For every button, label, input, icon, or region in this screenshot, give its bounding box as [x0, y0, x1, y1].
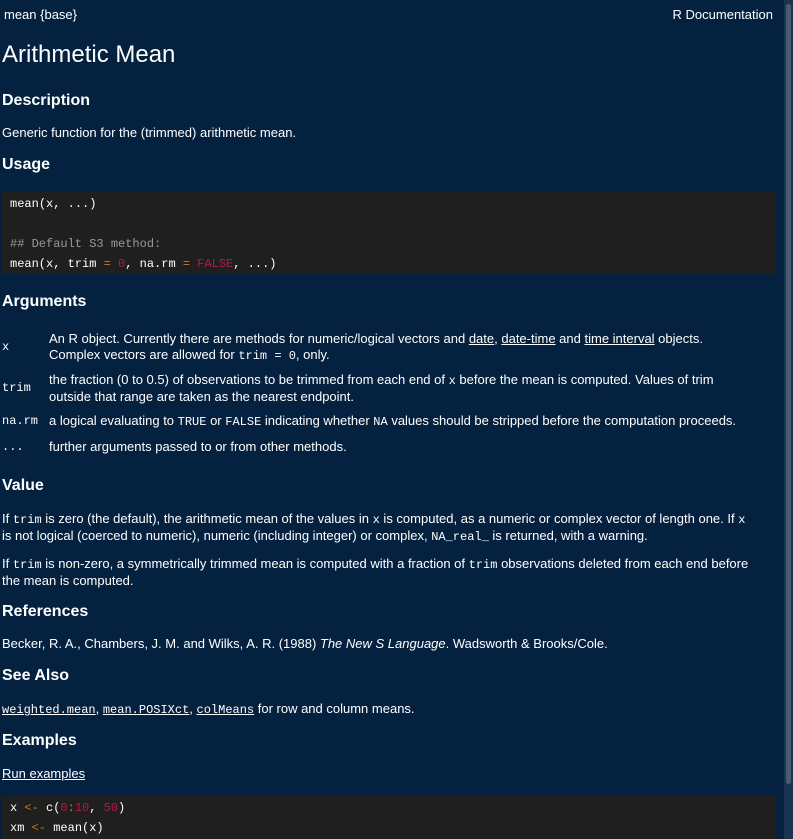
vertical-scrollbar[interactable]: [784, 0, 793, 839]
usage-heading: Usage: [2, 156, 51, 173]
mean-posixct-link[interactable]: mean.POSIXct: [103, 703, 189, 717]
time-interval-link[interactable]: time interval: [584, 331, 654, 346]
references-heading: References: [2, 603, 89, 620]
value-heading: Value: [2, 477, 44, 494]
arg-row-dots: ... further arguments passed to or from …: [2, 438, 736, 456]
usage-code: mean(x, ...) ## Default S3 method: mean(…: [2, 191, 776, 274]
date-link[interactable]: date: [469, 331, 494, 346]
arg-name: trim: [2, 381, 31, 395]
run-examples-link[interactable]: Run examples: [2, 766, 85, 781]
references-text: Becker, R. A., Chambers, J. M. and Wilks…: [2, 636, 608, 651]
description-text: Generic function for the (trimmed) arith…: [2, 125, 297, 140]
topic-package: mean {base}: [4, 7, 78, 22]
arg-desc: further arguments passed to or from othe…: [49, 439, 347, 454]
arg-row-x: x An R object. Currently there are metho…: [2, 330, 736, 364]
date-time-link[interactable]: date-time: [501, 331, 555, 346]
weighted-mean-link[interactable]: weighted.mean: [2, 703, 96, 717]
value-paragraph-2: If trim is non-zero, a symmetrically tri…: [2, 556, 749, 588]
arg-name: na.rm: [2, 414, 39, 428]
doc-header: mean {base} R Documentation: [0, 0, 784, 22]
see-also-text: weighted.mean, mean.POSIXct, colMeans fo…: [2, 701, 415, 717]
description-heading: Description: [2, 92, 91, 109]
arg-row-narm: na.rm a logical evaluating to TRUE or FA…: [2, 412, 736, 430]
usage-comment: ## Default S3 method:: [10, 237, 162, 251]
arg-row-trim: trim the fraction (0 to 0.5) of observat…: [2, 371, 736, 405]
book-title: The New S Language: [319, 636, 446, 651]
arg-name: ...: [2, 440, 24, 454]
arg-desc: An R object. Currently there are methods…: [49, 330, 703, 363]
examples-code: x <- c(0:10, 50) xm <- mean(x): [2, 795, 776, 839]
help-page: mean {base} R Documentation Arithmetic M…: [0, 0, 784, 839]
doc-source: R Documentation: [672, 7, 773, 22]
arg-name: x: [2, 340, 10, 354]
examples-heading: Examples: [2, 732, 77, 749]
colmeans-link[interactable]: colMeans: [197, 703, 255, 717]
see-also-heading: See Also: [2, 667, 69, 684]
arguments-heading: Arguments: [2, 293, 87, 310]
value-paragraph-1: If trim is zero (the default), the arith…: [2, 511, 746, 544]
arg-desc: the fraction (0 to 0.5) of observations …: [49, 371, 714, 404]
arguments-table: x An R object. Currently there are metho…: [0, 330, 784, 456]
page-title: Arithmetic Mean: [2, 41, 176, 68]
arg-desc: a logical evaluating to TRUE or FALSE in…: [49, 412, 737, 429]
scrollbar-thumb[interactable]: [786, 4, 791, 784]
